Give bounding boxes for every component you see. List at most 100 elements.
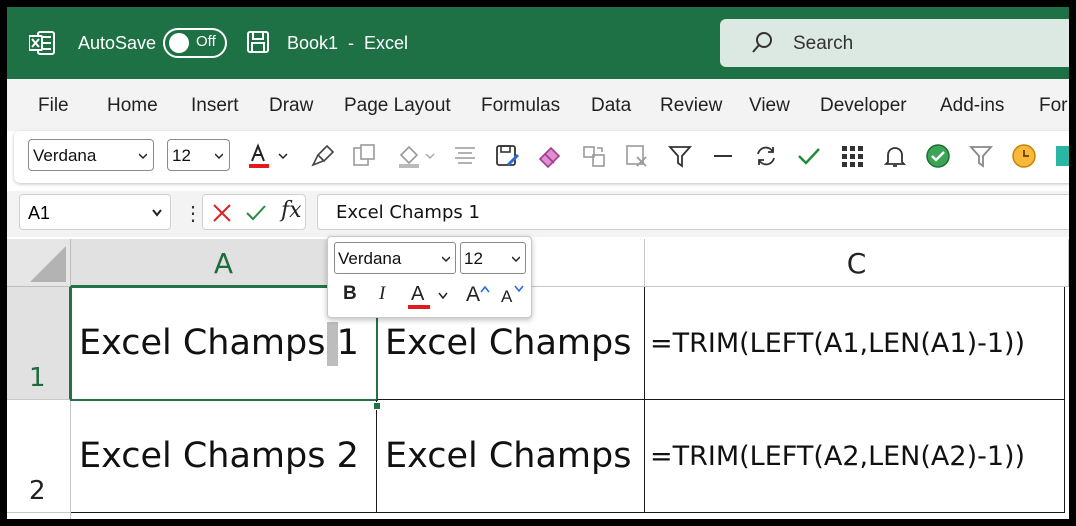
cell-a1-value: Excel Champs 1 (79, 323, 359, 363)
save-as-icon[interactable] (494, 143, 520, 169)
search-box[interactable]: Search (720, 19, 1069, 67)
mini-toolbar: Verdana 12 B I A A A (327, 236, 532, 318)
cancel-icon[interactable] (211, 202, 233, 224)
fill-handle[interactable] (373, 402, 381, 410)
formula-buttons: fx (202, 194, 306, 230)
mini-font-select[interactable]: Verdana (334, 242, 456, 274)
grow-font-button[interactable]: A (466, 283, 480, 307)
row-number: 1 (29, 363, 46, 393)
chevron-down-icon[interactable] (438, 292, 448, 300)
cell-a2-value: Excel Champs 2 (79, 436, 359, 476)
tab-data[interactable]: Data (591, 95, 631, 117)
bold-button[interactable]: B (343, 283, 357, 305)
enter-check-icon[interactable] (245, 202, 267, 224)
shrink-font-button[interactable]: A (501, 287, 512, 307)
mini-size-value: 12 (464, 249, 483, 268)
chevron-down-icon[interactable] (276, 143, 290, 169)
italic-button[interactable]: I (379, 283, 385, 305)
font-size-select[interactable]: 12 (167, 139, 230, 171)
tab-add-ins[interactable]: Add-ins (940, 95, 1004, 117)
tab-review[interactable]: Review (660, 95, 722, 117)
filter-icon[interactable] (667, 143, 693, 169)
save-icon[interactable] (246, 30, 270, 54)
font-value: Verdana (33, 146, 97, 165)
filter-outline-icon[interactable] (968, 143, 994, 169)
name-box-value: A1 (28, 203, 51, 223)
cell-b1-value: Excel Champs (385, 323, 632, 363)
font-color-icon[interactable] (246, 143, 272, 169)
refresh-icon[interactable] (753, 143, 779, 169)
ribbon-tabs: File Home Insert Draw Page Layout Formul… (7, 79, 1069, 131)
chevron-down-icon (139, 153, 147, 160)
worksheet-grid: A B C 1 2 Excel Champs 1 Excel Champs =T… (7, 239, 1069, 519)
document-title: Book1 - Excel (287, 33, 409, 53)
search-placeholder: Search (793, 33, 854, 54)
column-header-c[interactable]: C (645, 239, 1069, 287)
autosave-toggle[interactable]: Off (163, 28, 227, 58)
font-select[interactable]: Verdana (28, 139, 154, 171)
search-icon (752, 32, 772, 53)
toggle-knob (169, 33, 189, 53)
mini-size-select[interactable]: 12 (460, 242, 526, 274)
tab-developer[interactable]: Developer (820, 95, 907, 117)
chevron-down-icon (152, 209, 162, 217)
tab-file[interactable]: File (38, 95, 69, 117)
insert-function-icon[interactable]: fx (281, 198, 302, 223)
tab-home[interactable]: Home (107, 95, 158, 117)
row-header-2[interactable]: 2 (7, 400, 71, 513)
fill-color-icon[interactable] (396, 143, 422, 169)
autosave-label: AutoSave (78, 33, 157, 53)
name-box[interactable]: A1 (19, 194, 171, 230)
clock-icon[interactable] (1011, 143, 1037, 169)
mini-font-color-button[interactable]: A (411, 283, 424, 306)
chevron-down-icon (512, 256, 520, 263)
chevron-down-icon[interactable] (423, 143, 437, 169)
formula-input[interactable]: Excel Champs 1 (317, 194, 1069, 230)
formula-bar: A1 ⋮ fx Excel Champs 1 (7, 191, 1069, 237)
mini-font-value: Verdana (338, 249, 402, 268)
select-all-button[interactable] (7, 239, 71, 287)
caret-up-icon (480, 285, 490, 293)
tab-formulas[interactable]: Formulas (481, 95, 560, 117)
select-all-triangle (30, 246, 66, 282)
row-header-3[interactable] (7, 513, 71, 519)
tab-draw[interactable]: Draw (269, 95, 313, 117)
cell-a2[interactable]: Excel Champs 2 (71, 400, 377, 513)
cell-c2[interactable]: =TRIM(LEFT(A2,LEN(A2)-1)) (645, 400, 1065, 513)
eraser-icon[interactable] (537, 143, 563, 169)
align-icon[interactable] (452, 143, 478, 169)
copy-format-icon[interactable] (581, 143, 607, 169)
cell-c1-value: =TRIM(LEFT(A1,LEN(A1)-1)) (650, 328, 1026, 359)
paste-special-icon[interactable] (351, 143, 377, 169)
font-color-swatch (408, 305, 430, 309)
tab-page-layout[interactable]: Page Layout (344, 95, 451, 117)
bell-icon[interactable] (882, 143, 908, 169)
teal-square-icon[interactable] (1054, 143, 1069, 169)
autosave-state: Off (196, 33, 216, 50)
row-header-1[interactable]: 1 (7, 287, 71, 400)
title-bar: AutoSave Off Book1 - Excel Search (7, 7, 1069, 79)
format-painter-icon[interactable] (310, 143, 336, 169)
formula-value: Excel Champs 1 (336, 202, 480, 223)
line-icon[interactable] (710, 143, 736, 169)
cell-c2-value: =TRIM(LEFT(A2,LEN(A2)-1)) (650, 441, 1026, 472)
grid-icon[interactable] (840, 143, 866, 169)
cell-b2-value: Excel Champs (385, 436, 632, 476)
chevron-down-icon (442, 256, 450, 263)
row-number: 2 (29, 476, 46, 506)
caret-down-icon (514, 285, 524, 293)
tab-view[interactable]: View (749, 95, 790, 117)
clear-format-icon[interactable] (624, 143, 650, 169)
tab-insert[interactable]: Insert (191, 95, 239, 117)
check-circle-icon[interactable] (925, 143, 951, 169)
cell-c1[interactable]: =TRIM(LEFT(A1,LEN(A1)-1)) (645, 287, 1065, 400)
excel-logo-icon (29, 31, 55, 55)
more-options-icon[interactable]: ⋮ (183, 201, 203, 226)
excel-window: AutoSave Off Book1 - Excel Search File H… (7, 7, 1069, 519)
font-size-value: 12 (172, 146, 191, 165)
check-icon[interactable] (796, 143, 822, 169)
tab-format[interactable]: For (1039, 95, 1068, 117)
cell-b2[interactable]: Excel Champs (377, 400, 645, 513)
chevron-down-icon (215, 153, 223, 160)
quick-toolbar: Verdana 12 (14, 131, 1069, 183)
